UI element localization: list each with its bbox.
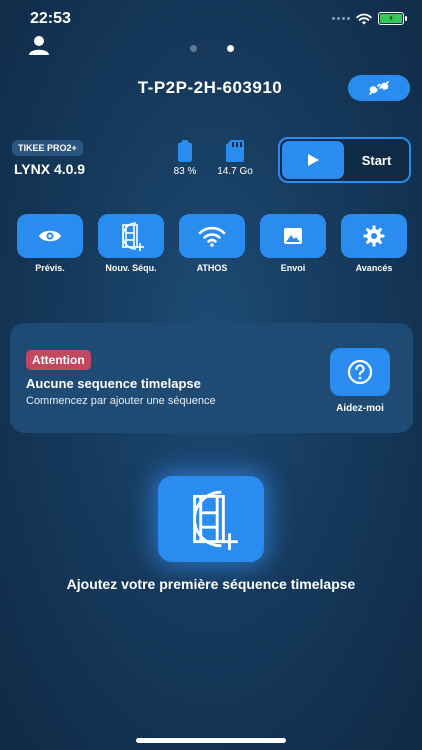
action-label: Avancés	[355, 263, 393, 273]
storage-value: 14.7 Go	[217, 166, 253, 177]
alert-title: Aucune sequence timelapse	[26, 376, 201, 391]
play-icon-container	[282, 141, 344, 179]
battery-value: 83 %	[173, 166, 197, 177]
page-indicator[interactable]	[190, 45, 234, 52]
play-icon	[308, 154, 319, 166]
page-dot-1[interactable]	[190, 45, 197, 52]
preview-button[interactable]	[17, 214, 83, 258]
battery-icon	[178, 140, 192, 162]
model-badge: TIKEE PRO2+	[12, 140, 83, 156]
send-button[interactable]	[260, 214, 326, 258]
help-button[interactable]	[330, 348, 390, 396]
film-add-icon	[122, 222, 144, 251]
alert-card: Attention Aucune sequence timelapse Comm…	[10, 323, 413, 433]
device-name-text: T-P2P-2H-603910	[137, 78, 283, 97]
wifi-icon	[198, 226, 226, 247]
home-indicator[interactable]	[136, 738, 286, 743]
user-profile-icon[interactable]	[28, 35, 50, 60]
action-advanced[interactable]: Avancés	[341, 214, 407, 273]
connect-button[interactable]	[348, 75, 410, 101]
signal-icon	[332, 17, 350, 20]
plug-connected-icon	[369, 81, 389, 95]
charging-battery-icon: ⚡	[378, 12, 407, 25]
page-dot-2[interactable]	[227, 45, 234, 52]
attention-badge: Attention	[26, 350, 91, 370]
action-athos[interactable]: ATHOS	[179, 214, 245, 273]
help-label: Aidez-moi	[336, 403, 384, 414]
alert-subtitle: Commencez par ajouter une séquence	[26, 395, 216, 407]
new-sequence-button[interactable]	[98, 214, 164, 258]
gear-icon	[363, 225, 385, 247]
sd-card-icon	[226, 140, 244, 162]
action-label: Envoi	[280, 263, 306, 273]
empty-state-text: Ajoutez votre première séquence timelaps…	[66, 576, 356, 592]
action-label: ATHOS	[196, 263, 228, 273]
action-label: Prévis.	[35, 263, 65, 273]
firmware-version: LYNX 4.0.9	[14, 161, 86, 177]
add-first-sequence-button[interactable]	[158, 476, 264, 562]
status-icons: ⚡	[332, 12, 407, 25]
battery-stat: 83 %	[165, 140, 205, 177]
status-bar: 22:53 ⚡	[0, 0, 422, 40]
help-icon	[347, 359, 373, 385]
film-add-icon	[193, 490, 238, 550]
action-preview[interactable]: Prévis.	[17, 214, 83, 273]
action-send[interactable]: Envoi	[260, 214, 326, 273]
athos-button[interactable]	[179, 214, 245, 258]
actions-row: Prévis. Nouv. Séqu. ATHOS Envoi Avancés	[17, 214, 407, 273]
storage-stat: 14.7 Go	[212, 140, 258, 177]
status-time: 22:53	[30, 10, 71, 27]
action-new-sequence[interactable]: Nouv. Séqu.	[98, 214, 164, 273]
start-button[interactable]: Start	[278, 137, 411, 183]
eye-icon	[39, 230, 61, 242]
action-label: Nouv. Séqu.	[105, 263, 157, 273]
start-label: Start	[361, 152, 392, 168]
wifi-status-icon	[356, 13, 372, 24]
image-icon	[284, 228, 302, 244]
advanced-button[interactable]	[341, 214, 407, 258]
